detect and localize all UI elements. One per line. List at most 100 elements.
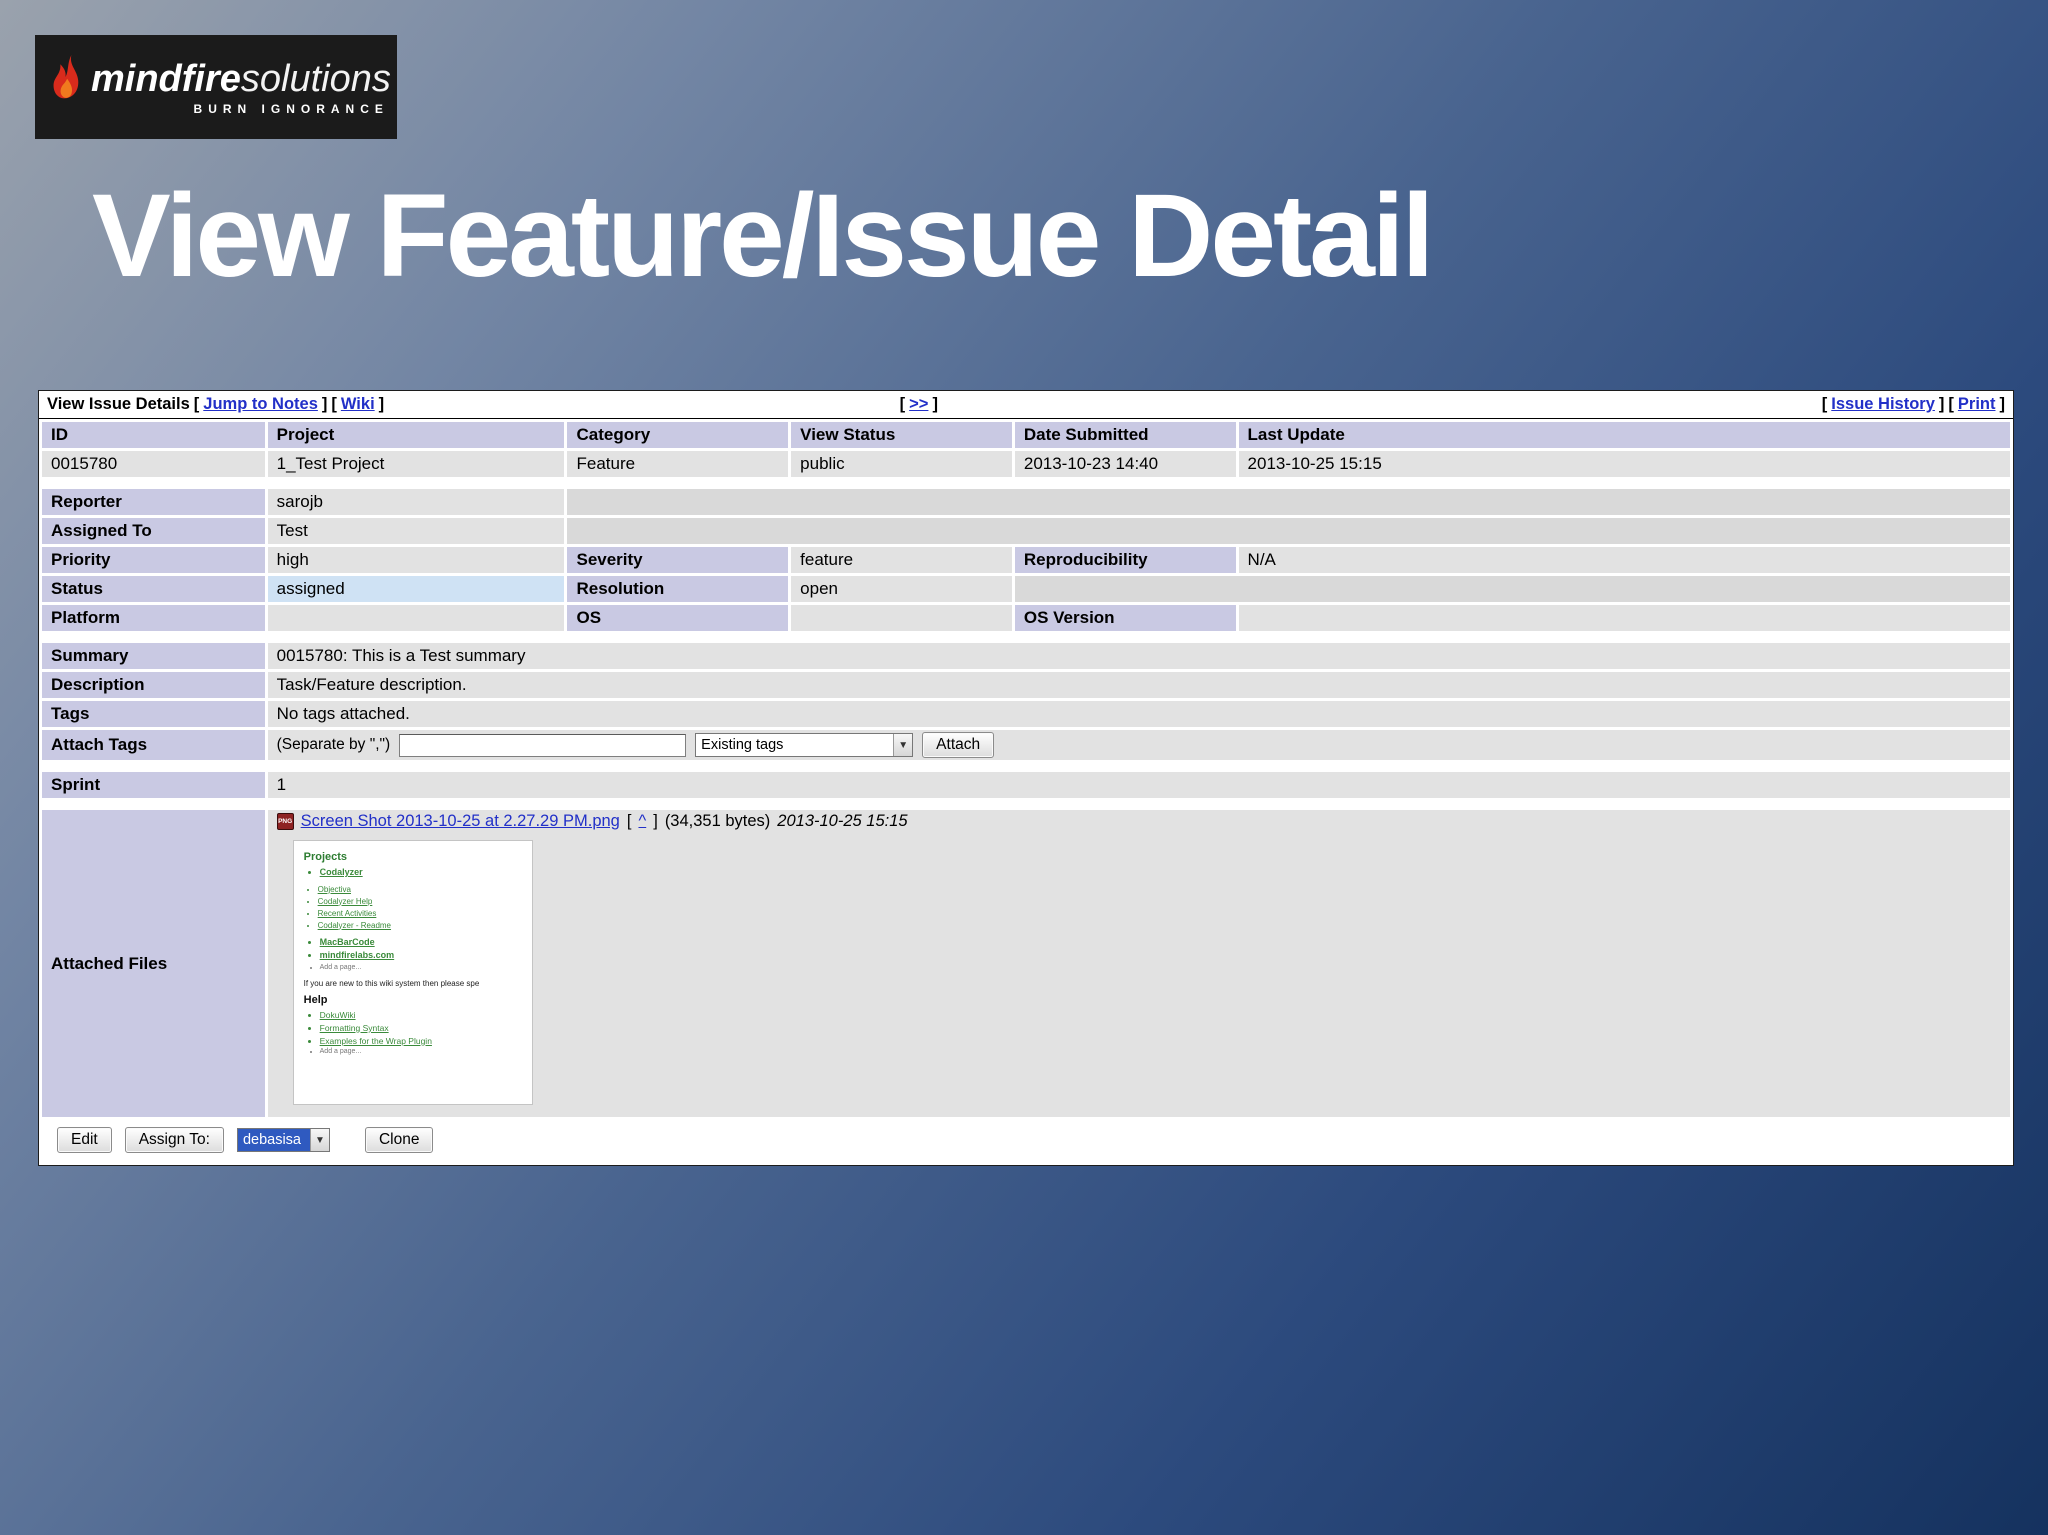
field-value-reporter: sarojb xyxy=(267,489,565,515)
png-file-icon: PNG xyxy=(276,813,294,830)
spacer-row xyxy=(42,634,2010,640)
tag-input[interactable] xyxy=(399,733,687,757)
existing-tags-select[interactable]: Existing tags ▼ xyxy=(695,733,914,757)
field-value-resolution: open xyxy=(791,576,1012,602)
clone-button[interactable]: Clone xyxy=(364,1127,434,1153)
field-label-assigned-to: Assigned To xyxy=(42,518,265,544)
edit-button[interactable]: Edit xyxy=(57,1127,112,1153)
attach-tags-row: Attach Tags (Separate by ",") Existing t… xyxy=(42,730,2010,760)
field-label-priority: Priority xyxy=(42,547,265,573)
field-value-severity: feature xyxy=(791,547,1012,573)
attachment-thumbnail[interactable]: Projects Codalyzer Objectiva Codalyzer H… xyxy=(292,840,533,1105)
thumb-link: MacBarCode xyxy=(320,936,526,950)
assign-to-select[interactable]: debasisa ▼ xyxy=(236,1128,330,1152)
priority-row: Priority high Severity feature Reproduci… xyxy=(42,547,2010,573)
tags-row: Tags No tags attached. xyxy=(42,701,2010,727)
logo-brand-bold: mindfire xyxy=(91,57,241,100)
thumb-link: mindfirelabs.com xyxy=(320,949,526,963)
issue-summary-row: 0015780 1_Test Project Feature public 20… xyxy=(42,451,2010,477)
thumb-link: Recent Activities xyxy=(318,908,526,920)
field-label-tags: Tags xyxy=(42,701,265,727)
spacer-row xyxy=(42,480,2010,486)
thumb-add-page: Add a page... xyxy=(320,963,526,974)
assign-to-button[interactable]: Assign To: xyxy=(124,1127,224,1153)
attached-files-content: PNG Screen Shot 2013-10-25 at 2.27.29 PM… xyxy=(267,810,2010,1117)
issue-view-panel: View Issue Details [ Jump to Notes ] [ W… xyxy=(38,390,2014,1166)
logo-tagline: BURN IGNORANCE xyxy=(193,101,389,116)
row-filler xyxy=(567,489,2010,515)
col-header-last-update: Last Update xyxy=(1238,422,2010,448)
field-value-priority: high xyxy=(267,547,565,573)
field-value-summary: 0015780: This is a Test summary xyxy=(267,643,2010,669)
sprint-row: Sprint 1 xyxy=(42,772,2010,798)
print-link[interactable]: Print xyxy=(1958,395,1996,414)
issue-view-status: public xyxy=(791,451,1012,477)
attached-files-row: Attached Files PNG Screen Shot 2013-10-2… xyxy=(42,810,2010,1117)
bracket: ] xyxy=(378,395,385,413)
dropdown-arrow-icon[interactable]: ▼ xyxy=(893,734,913,756)
attachment-anchor-link[interactable]: ^ xyxy=(638,812,646,831)
field-value-description: Task/Feature description. xyxy=(267,672,2010,698)
field-label-reproducibility: Reproducibility xyxy=(1014,547,1236,573)
thumb-help-heading: Help xyxy=(303,994,328,1006)
col-header-project: Project xyxy=(267,422,565,448)
jump-to-notes-link[interactable]: Jump to Notes xyxy=(203,395,318,414)
issue-history-link[interactable]: Issue History xyxy=(1831,395,1935,414)
col-header-date-submitted: Date Submitted xyxy=(1014,422,1236,448)
issue-last-update: 2013-10-25 15:15 xyxy=(1238,451,2010,477)
thumb-link: Objectiva xyxy=(318,884,526,896)
status-row: Status assigned Resolution open xyxy=(42,576,2010,602)
assigned-to-row: Assigned To Test xyxy=(42,518,2010,544)
col-header-category: Category xyxy=(567,422,789,448)
description-row: Description Task/Feature description. xyxy=(42,672,2010,698)
reporter-row: Reporter sarojb xyxy=(42,489,2010,515)
col-header-view-status: View Status xyxy=(791,422,1012,448)
next-issue-link[interactable]: >> xyxy=(909,395,928,414)
field-label-description: Description xyxy=(42,672,265,698)
issue-category: Feature xyxy=(567,451,789,477)
bracket: [ xyxy=(193,395,200,413)
attachment-date: 2013-10-25 15:15 xyxy=(777,812,908,830)
slide-title: View Feature/Issue Detail xyxy=(92,170,1434,302)
bracket: [ xyxy=(899,395,906,413)
thumb-link: Formatting Syntax xyxy=(320,1022,526,1035)
field-value-assigned-to: Test xyxy=(267,518,565,544)
logo-wordmark: mindfiresolutions xyxy=(91,59,391,99)
field-label-resolution: Resolution xyxy=(567,576,789,602)
field-value-platform xyxy=(267,605,565,631)
issue-id: 0015780 xyxy=(42,451,265,477)
field-label-reporter: Reporter xyxy=(42,489,265,515)
field-value-reproducibility: N/A xyxy=(1238,547,2010,573)
thumb-projects-heading: Projects xyxy=(303,851,348,863)
thumb-link: Codalyzer xyxy=(320,866,526,880)
field-label-summary: Summary xyxy=(42,643,265,669)
assign-to-selected-value: debasisa xyxy=(237,1129,310,1151)
bracket: [ xyxy=(331,395,337,413)
dropdown-arrow-icon[interactable]: ▼ xyxy=(309,1129,329,1151)
field-label-status: Status xyxy=(42,576,265,602)
issue-titlebar: View Issue Details [ Jump to Notes ] [ W… xyxy=(39,391,2013,419)
field-label-platform: Platform xyxy=(42,605,265,631)
spacer-row xyxy=(42,801,2010,807)
issue-project: 1_Test Project xyxy=(267,451,565,477)
row-filler xyxy=(567,518,2010,544)
attach-button[interactable]: Attach xyxy=(922,732,995,758)
field-label-attach-tags: Attach Tags xyxy=(42,730,265,760)
platform-row: Platform OS OS Version xyxy=(42,605,2010,631)
thumb-link: Codalyzer - Readme xyxy=(318,920,526,932)
bracket: [ xyxy=(1948,395,1954,413)
bracket: ] xyxy=(653,812,658,830)
field-value-sprint: 1 xyxy=(267,772,2010,798)
bracket: ] xyxy=(321,395,328,413)
flame-icon xyxy=(51,53,85,118)
attachment-filename-link[interactable]: Screen Shot 2013-10-25 at 2.27.29 PM.png xyxy=(301,812,620,831)
thumb-link: Codalyzer Help xyxy=(318,896,526,908)
bracket: [ xyxy=(626,812,632,830)
bracket: ] xyxy=(932,395,938,413)
col-header-id: ID xyxy=(42,422,265,448)
wiki-link[interactable]: Wiki xyxy=(341,395,375,414)
field-label-attached-files: Attached Files xyxy=(42,810,265,1117)
titlebar-heading: View Issue Details xyxy=(47,395,190,413)
field-value-os-version xyxy=(1238,605,2010,631)
field-value-os xyxy=(791,605,1012,631)
